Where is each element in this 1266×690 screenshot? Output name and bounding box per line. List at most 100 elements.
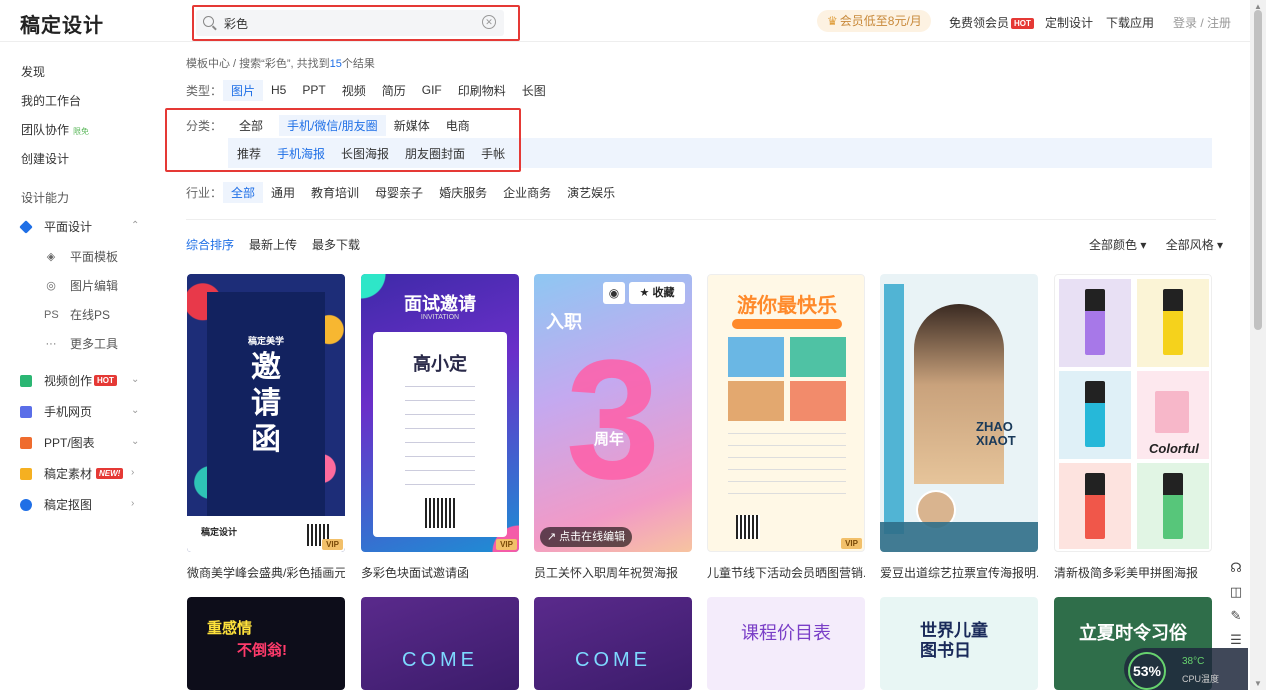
card-thumbnail[interactable]: 游你最快乐 VIP xyxy=(707,274,865,552)
category-new-media[interactable]: 新媒体 xyxy=(394,115,430,136)
industry-entertainment[interactable]: 演艺娱乐 xyxy=(567,182,615,203)
industry-general[interactable]: 通用 xyxy=(271,182,295,203)
subcategory-long-poster[interactable]: 长图海报 xyxy=(341,143,389,164)
search-input[interactable] xyxy=(224,14,464,32)
vip-promo-button[interactable]: ♛ 会员低至8元/月 xyxy=(817,10,931,32)
download-app-link[interactable]: 下载应用 xyxy=(1106,14,1154,31)
card-thumbnail[interactable]: COME xyxy=(361,597,519,690)
card-thumbnail[interactable]: 面试邀请 INVITATION 高小定 VIP xyxy=(361,274,519,552)
sidebar-sub-image-edit[interactable]: ◎ 图片编辑 xyxy=(44,277,118,294)
scroll-down-icon[interactable]: ▼ xyxy=(1254,679,1262,688)
card-title[interactable]: 爱豆出道综艺拉票宣传海报明... xyxy=(880,564,1038,581)
login-link[interactable]: 登录 / 注册 xyxy=(1173,14,1231,31)
sidebar-sub-online-ps[interactable]: PS 在线PS xyxy=(44,306,110,323)
category-mobile[interactable]: 手机/微信/朋友圈 xyxy=(279,114,386,136)
clear-icon[interactable]: ✕ xyxy=(482,15,496,29)
category-all[interactable]: 全部 xyxy=(239,115,263,136)
type-resume[interactable]: 简历 xyxy=(382,80,406,101)
collect-button[interactable]: ★ 收藏 xyxy=(629,282,685,304)
subcategory-recommend[interactable]: 推荐 xyxy=(237,143,261,164)
chevron-right-icon[interactable]: › xyxy=(131,467,134,478)
card-title[interactable]: 儿童节线下活动会员晒图营销... xyxy=(707,564,865,581)
card-thumbnail[interactable]: 稿定美学 邀请函 稿定设计 VIP xyxy=(187,274,345,552)
type-ppt[interactable]: PPT xyxy=(302,81,325,99)
template-card[interactable]: 世界儿童 图书日 xyxy=(880,597,1038,690)
template-card[interactable]: COME xyxy=(361,597,519,690)
compare-icon[interactable]: ◫ xyxy=(1224,584,1248,608)
type-gif[interactable]: GIF xyxy=(422,81,442,99)
sidebar-item-create[interactable]: 创建设计 xyxy=(21,150,69,167)
search-bar[interactable]: ✕ xyxy=(196,10,504,36)
chevron-up-icon[interactable]: ⌃ xyxy=(131,220,139,231)
chevron-down-icon[interactable]: ⌄ xyxy=(131,436,139,447)
sidebar-item-team[interactable]: 团队协作 限免 xyxy=(21,121,89,138)
card-thumbnail[interactable]: 世界儿童 图书日 xyxy=(880,597,1038,690)
card-title[interactable]: 多彩色块面试邀请函 xyxy=(361,564,519,581)
chevron-down-icon[interactable]: ⌄ xyxy=(131,374,139,385)
type-print[interactable]: 印刷物料 xyxy=(458,80,506,101)
template-card[interactable]: ZHAO XIAOT 爱豆出道综艺拉票宣传海报明... xyxy=(880,274,1038,584)
card-title[interactable]: 清新极简多彩美甲拼图海报 xyxy=(1054,564,1212,581)
template-card[interactable]: 游你最快乐 VIP 儿童节线下活动会员晒图营销... xyxy=(707,274,865,584)
style-filter-dropdown[interactable]: 全部风格 ▾ xyxy=(1166,238,1223,252)
custom-design-link[interactable]: 定制设计 xyxy=(1045,14,1093,31)
sidebar-item-video[interactable]: 视频创作 HOT xyxy=(20,372,117,389)
subcategory-journal[interactable]: 手帐 xyxy=(481,143,505,164)
card-thumbnail[interactable]: ZHAO XIAOT xyxy=(880,274,1038,552)
chevron-down-icon[interactable]: ⌄ xyxy=(131,405,139,416)
type-video[interactable]: 视频 xyxy=(342,80,366,101)
card-title[interactable]: 员工关怀入职周年祝贺海报 xyxy=(534,564,692,581)
scroll-thumb[interactable] xyxy=(1254,10,1262,330)
card-thumbnail[interactable]: 重感情 不倒翁! xyxy=(187,597,345,690)
sidebar-item-h5[interactable]: 手机网页 xyxy=(20,403,92,420)
template-card[interactable]: Colorful 清新极简多彩美甲拼图海报 xyxy=(1054,274,1212,584)
card-thumbnail[interactable]: 入职 3 周年 ◉ ★ 收藏 ↗ 点击在线编辑 xyxy=(534,274,692,552)
scrollbar[interactable]: ▲ ▼ xyxy=(1250,0,1266,690)
industry-filter-row: 行业： 全部 通用 教育培训 母婴亲子 婚庆服务 企业商务 演艺娱乐 xyxy=(186,181,631,203)
template-card[interactable]: 课程价目表 xyxy=(707,597,865,690)
sidebar-item-discover[interactable]: 发现 xyxy=(21,63,45,80)
card-title[interactable]: 微商美学峰会盛典/彩色插画元... xyxy=(187,564,345,581)
feedback-icon[interactable]: ✎ xyxy=(1224,608,1248,632)
sidebar-item-flat-design[interactable]: 平面设计 xyxy=(19,218,92,235)
industry-baby[interactable]: 母婴亲子 xyxy=(375,182,423,203)
sort-newest[interactable]: 最新上传 xyxy=(249,236,297,253)
sidebar-item-ppt[interactable]: PPT/图表 xyxy=(20,434,95,451)
headset-icon[interactable]: ☊ xyxy=(1224,560,1248,584)
category-ecommerce[interactable]: 电商 xyxy=(446,115,470,136)
card-thumbnail[interactable]: Colorful xyxy=(1054,274,1212,552)
sidebar-sub-more-tools[interactable]: ··· 更多工具 xyxy=(44,335,119,352)
sort-default[interactable]: 综合排序 xyxy=(186,236,234,253)
industry-business[interactable]: 企业商务 xyxy=(503,182,551,203)
subcategory-moments-cover[interactable]: 朋友圈封面 xyxy=(405,143,465,164)
sidebar-item-workspace[interactable]: 我的工作台 xyxy=(21,92,81,109)
sidebar-item-cutout[interactable]: 稿定抠图 xyxy=(20,496,92,513)
edit-online-button[interactable]: ↗ 点击在线编辑 xyxy=(540,527,632,547)
template-card[interactable]: 入职 3 周年 ◉ ★ 收藏 ↗ 点击在线编辑 员工关怀入职周年祝贺海报 xyxy=(534,274,692,584)
color-filter-dropdown[interactable]: 全部颜色 ▾ xyxy=(1089,238,1146,252)
industry-wedding[interactable]: 婚庆服务 xyxy=(439,182,487,203)
template-card[interactable]: 面试邀请 INVITATION 高小定 VIP 多彩色块面试邀请函 xyxy=(361,274,519,584)
template-card[interactable]: 稿定美学 邀请函 稿定设计 VIP 微商美学峰会盛典/彩色插画元... xyxy=(187,274,345,584)
industry-all[interactable]: 全部 xyxy=(223,181,264,203)
industry-education[interactable]: 教育培训 xyxy=(311,182,359,203)
logo[interactable]: 稿定设计 xyxy=(20,9,104,38)
free-vip-link[interactable]: 免费领会员 HOT xyxy=(949,14,1034,31)
sidebar-item-material[interactable]: 稿定素材 NEW! xyxy=(20,465,124,482)
card-thumbnail[interactable]: COME xyxy=(534,597,692,690)
chevron-right-icon[interactable]: › xyxy=(131,498,134,509)
card-thumbnail[interactable]: 课程价目表 xyxy=(707,597,865,690)
template-card[interactable]: 重感情 不倒翁! xyxy=(187,597,345,690)
crown-icon: ♛ xyxy=(827,14,838,28)
cpu-widget[interactable]: 53% 38°C CPU温度 xyxy=(1124,648,1248,690)
h5-icon xyxy=(20,405,32,418)
type-image[interactable]: 图片 xyxy=(223,79,264,101)
template-card[interactable]: COME xyxy=(534,597,692,690)
sidebar-sub-templates[interactable]: ◈ 平面模板 xyxy=(44,248,118,265)
preview-eye-icon[interactable]: ◉ xyxy=(603,282,625,304)
type-long-image[interactable]: 长图 xyxy=(522,80,546,101)
sort-row: 综合排序 最新上传 最多下载 xyxy=(186,236,375,253)
sort-most-downloaded[interactable]: 最多下载 xyxy=(312,236,360,253)
subcategory-mobile-poster[interactable]: 手机海报 xyxy=(277,143,325,164)
type-h5[interactable]: H5 xyxy=(271,81,286,99)
